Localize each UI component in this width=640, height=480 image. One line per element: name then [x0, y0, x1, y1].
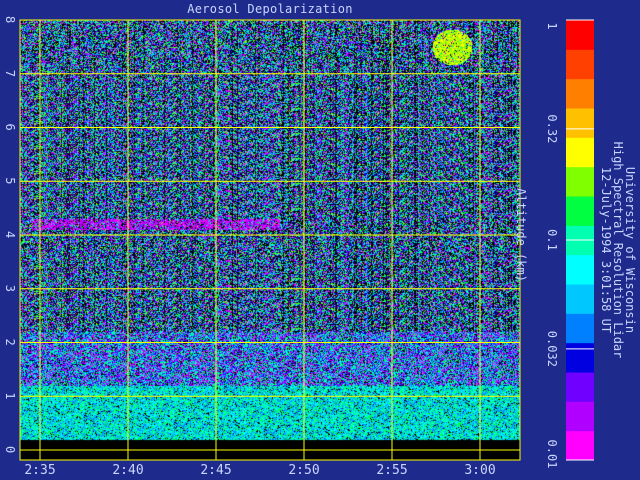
x-tick-label: 2:55 — [376, 463, 407, 478]
colorbar-segment — [566, 108, 594, 138]
lidar-figure: 0 1 2 3 4 5 6 7 8 2:35 2:40 2:45 2:50 2:55 3:00 1 0.32 0.… — [0, 0, 640, 480]
colorbar-tick-label: 0.01 — [545, 440, 559, 469]
y-tick-label: 6 — [3, 124, 17, 131]
y-tick-label: 4 — [3, 231, 17, 238]
x-tick-label: 2:35 — [24, 463, 55, 478]
colorbar-segment — [566, 137, 594, 168]
colorbar-segment — [566, 284, 594, 314]
y-tick-label: 1 — [3, 392, 17, 399]
colorbar-tick-label: 0.032 — [545, 331, 559, 367]
y-tick-label: 3 — [3, 285, 17, 292]
colorbar-segment — [566, 254, 594, 285]
y-tick-label: 0 — [3, 446, 17, 453]
instrument-text: High Spectral Resolution Lidar — [611, 141, 625, 359]
colorbar-segment — [566, 166, 594, 197]
colorbar-segment — [566, 401, 594, 432]
instrument-info: University of Wisconsin High Spectral Re… — [599, 120, 637, 380]
colorbar-tick-label: 0.32 — [545, 114, 559, 143]
x-tick-label: 2:40 — [112, 463, 143, 478]
x-tick-label: 2:45 — [200, 463, 231, 478]
y-tick-label: 2 — [3, 339, 17, 346]
y-tick-label: 5 — [3, 177, 17, 184]
colorbar-segment — [566, 78, 594, 109]
colorbar-tick-label: 1 — [545, 22, 559, 29]
y-axis-label: Altitude (km) — [514, 188, 528, 282]
colorbar-segment — [566, 372, 594, 402]
y-tick-label: 7 — [3, 70, 17, 77]
plot-frame — [19, 19, 521, 461]
chart-title: Aerosol Depolarization — [187, 2, 353, 16]
colorbar-segment — [566, 20, 594, 50]
colorbar-segment — [566, 342, 594, 373]
colorbar-tick-label: 0.1 — [545, 229, 559, 251]
x-tick-label: 2:50 — [288, 463, 319, 478]
colorbar-segment — [566, 430, 594, 461]
chart-overlay: 0 1 2 3 4 5 6 7 8 2:35 2:40 2:45 2:50 2:55 3:00 1 0.32 0.… — [3, 16, 594, 478]
institution-text: University of Wisconsin — [623, 166, 637, 334]
colorbar-segment — [566, 49, 594, 80]
colorbar-segment — [566, 313, 594, 344]
x-tick-label: 3:00 — [464, 463, 495, 478]
colorbar-segment — [566, 196, 594, 226]
y-tick-label: 8 — [3, 16, 17, 23]
